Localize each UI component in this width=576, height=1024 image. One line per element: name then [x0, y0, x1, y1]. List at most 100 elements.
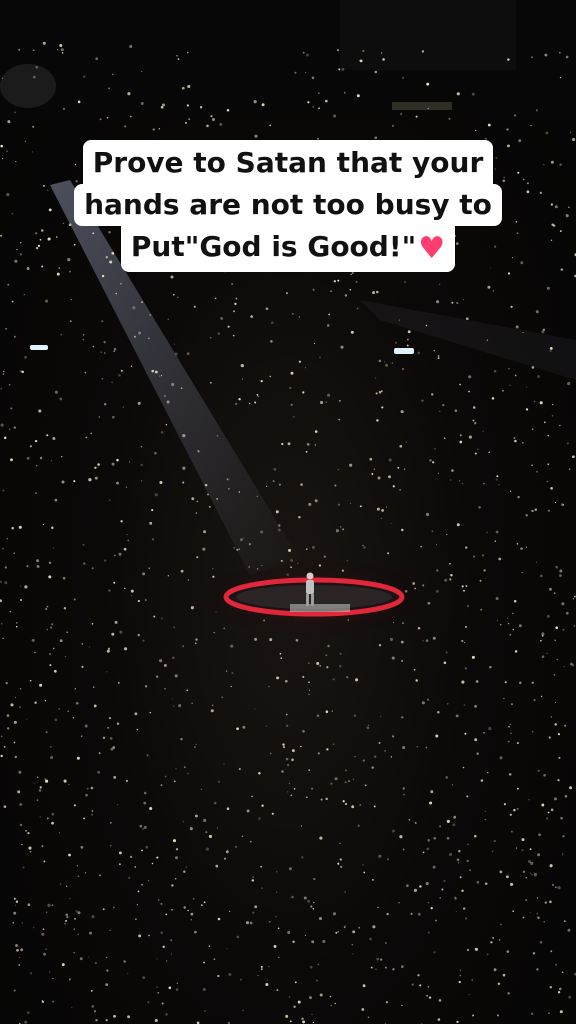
phone-light: [223, 857, 227, 860]
phone-light: [111, 632, 115, 636]
phone-light: [113, 350, 115, 352]
phone-light: [93, 1010, 97, 1013]
phone-light: [183, 906, 186, 909]
phone-light: [174, 352, 178, 356]
phone-light: [537, 853, 541, 857]
phone-light: [114, 554, 116, 557]
phone-light: [439, 897, 441, 899]
phone-light: [154, 451, 157, 455]
phone-light: [191, 702, 193, 704]
phone-light: [401, 1004, 403, 1007]
phone-light: [319, 993, 323, 997]
phone-light: [302, 675, 305, 678]
phone-light: [19, 803, 23, 806]
phone-light: [26, 1011, 30, 1015]
phone-light: [242, 725, 246, 729]
phone-light: [515, 325, 519, 329]
phone-light: [378, 854, 382, 858]
phone-light: [42, 41, 46, 45]
phone-light: [329, 995, 332, 998]
phone-light: [109, 821, 112, 824]
phone-light: [216, 827, 218, 829]
phone-light: [115, 292, 117, 295]
phone-light: [521, 848, 524, 852]
phone-light: [127, 92, 131, 96]
phone-light: [80, 845, 84, 849]
phone-light: [91, 1004, 95, 1008]
phone-light: [217, 974, 220, 978]
phone-light: [158, 128, 160, 130]
phone-light: [425, 324, 428, 327]
phone-light: [52, 547, 54, 549]
phone-light: [256, 495, 258, 498]
phone-light: [172, 839, 177, 843]
phone-light: [509, 813, 512, 816]
phone-light: [239, 978, 242, 981]
phone-light: [437, 472, 439, 474]
phone-light: [430, 393, 434, 396]
phone-light: [109, 929, 111, 932]
phone-light: [277, 927, 280, 930]
phone-light: [163, 395, 166, 397]
phone-light: [446, 836, 450, 840]
phone-light: [282, 746, 286, 749]
phone-light: [238, 491, 241, 493]
phone-light: [401, 659, 404, 662]
phone-light: [474, 452, 477, 455]
phone-light: [425, 882, 429, 886]
phone-light: [366, 726, 370, 730]
phone-light: [535, 561, 537, 563]
phone-light: [36, 559, 40, 563]
phone-light: [568, 995, 572, 999]
phone-light: [75, 910, 78, 913]
phone-light: [316, 662, 320, 665]
phone-light: [525, 899, 528, 902]
phone-light: [159, 375, 161, 377]
phone-light: [312, 106, 314, 108]
phone-light: [180, 737, 183, 741]
phone-light: [317, 963, 319, 966]
phone-light: [171, 698, 174, 700]
phone-light: [446, 533, 448, 536]
phone-light: [344, 294, 348, 297]
phone-light: [506, 950, 510, 953]
phone-light: [180, 569, 184, 573]
phone-light: [533, 400, 536, 403]
phone-light: [474, 738, 478, 742]
phone-light: [63, 779, 67, 783]
phone-light: [204, 483, 208, 487]
phone-light: [373, 468, 375, 470]
phone-light: [507, 992, 510, 995]
phone-light: [45, 608, 48, 610]
phone-light: [214, 297, 217, 299]
phone-light: [486, 531, 489, 534]
phone-light: [352, 778, 354, 780]
phone-light: [38, 409, 42, 413]
phone-light: [345, 769, 347, 772]
phone-light: [165, 960, 168, 962]
phone-light: [456, 92, 460, 96]
phone-light: [185, 866, 187, 868]
phone-light: [325, 710, 329, 713]
phone-light: [422, 851, 425, 854]
phone-light: [340, 345, 344, 349]
phone-light: [117, 804, 119, 806]
phone-light: [248, 543, 252, 546]
phone-light: [154, 370, 158, 374]
phone-light: [325, 797, 328, 801]
phone-light: [301, 856, 304, 859]
phone-light: [508, 367, 510, 370]
phone-light: [205, 831, 208, 834]
phone-light: [463, 641, 466, 644]
phone-light: [160, 105, 164, 109]
phone-light: [261, 103, 265, 107]
phone-light: [138, 331, 142, 335]
phone-light: [358, 926, 361, 929]
phone-light: [88, 956, 90, 958]
phone-light: [340, 526, 342, 528]
phone-light: [303, 896, 307, 900]
phone-light: [54, 718, 58, 722]
phone-light: [566, 442, 569, 445]
phone-light: [284, 679, 288, 683]
phone-light: [171, 382, 175, 387]
